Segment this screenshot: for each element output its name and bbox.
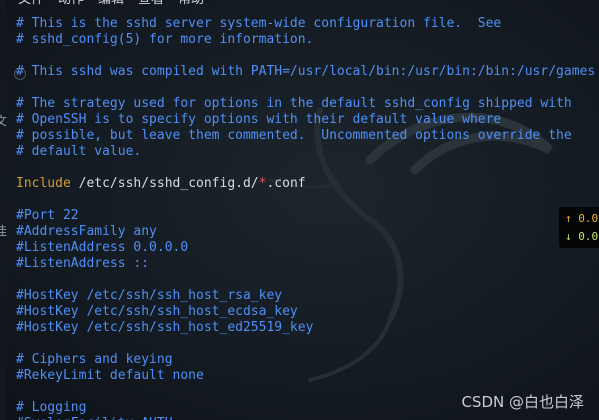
line-text: #ListenAddress :: — [16, 256, 150, 271]
menu-help[interactable]: 帮助 — [178, 0, 204, 9]
line-text: # OpenSSH is to specify options with the… — [16, 112, 502, 127]
include-extension: .conf — [266, 176, 306, 191]
line-text: #HostKey /etc/ssh/ssh_host_ecdsa_key — [16, 304, 298, 319]
line-text: #RekeyLimit default none — [16, 368, 204, 383]
menu-edit[interactable]: 编辑 — [98, 0, 124, 9]
comment-line: # default value. — [16, 144, 595, 160]
comment-line: #SyslogFacility AUTH — [16, 416, 595, 420]
menu-file[interactable]: 文件 — [18, 0, 44, 9]
csdn-watermark: CSDN @白也白泽 — [461, 393, 584, 411]
config-editor[interactable]: # This is the sshd server system-wide co… — [16, 16, 595, 420]
comment-line: #Port 22 — [16, 208, 595, 224]
desktop-icon-label: 文 — [0, 114, 8, 128]
comment-line: # OpenSSH is to specify options with the… — [16, 112, 595, 128]
line-text: # Logging — [16, 400, 87, 415]
comment-line: #ListenAddress 0.0.0.0 — [16, 240, 595, 256]
comment-line: #HostKey /etc/ssh/ssh_host_rsa_key — [16, 288, 595, 304]
comment-line: #HostKey /etc/ssh/ssh_host_ed25519_key — [16, 320, 595, 336]
line-text: #SyslogFacility AUTH — [16, 416, 173, 420]
terminal-screen: 文件 动作 编辑 查看 帮助 文 佳 # This is the sshd se… — [0, 0, 599, 420]
comment-line: #RekeyLimit default none — [16, 368, 595, 384]
line-text: #HostKey /etc/ssh/ssh_host_ed25519_key — [16, 320, 314, 335]
line-text: #HostKey /etc/ssh/ssh_host_rsa_key — [16, 288, 283, 303]
line-text: # This is the sshd server system-wide co… — [16, 16, 502, 31]
line-text: # default value. — [16, 144, 142, 159]
left-desktop-strip — [0, 0, 7, 420]
line-text: # sshd_config(5) for more information. — [16, 32, 314, 47]
comment-line: #AddressFamily any — [16, 224, 595, 240]
line-text: #ListenAddress 0.0.0.0 — [16, 240, 189, 255]
menu-action[interactable]: 动作 — [58, 0, 84, 9]
line-text: # The strategy used for options in the d… — [16, 96, 572, 111]
comment-line: #HostKey /etc/ssh/ssh_host_ecdsa_key — [16, 304, 595, 320]
comment-line: # sshd_config(5) for more information. — [16, 32, 595, 48]
desktop-icon-label: 佳 — [0, 224, 8, 238]
upload-speed: ↑ 0.0 — [565, 212, 599, 225]
comment-line: # The strategy used for options in the d… — [16, 96, 595, 112]
line-text: # Ciphers and keying — [16, 352, 173, 367]
comment-line: # This sshd was compiled with PATH=/usr/… — [16, 64, 595, 80]
comment-line: # This is the sshd server system-wide co… — [16, 16, 595, 32]
include-keyword: Include — [16, 176, 71, 191]
line-text: # possible, but leave them commented. Un… — [16, 128, 572, 143]
include-directive-line: Include /etc/ssh/sshd_config.d/*.conf — [16, 176, 595, 192]
menu-view[interactable]: 查看 — [138, 0, 164, 9]
comment-line: # possible, but leave them commented. Un… — [16, 128, 595, 144]
menu-bar: 文件 动作 编辑 查看 帮助 — [0, 0, 278, 9]
line-text: #Port 22 — [16, 208, 79, 223]
include-path: /etc/ssh/sshd_config.d/ — [70, 176, 259, 191]
download-speed: ↓ 0.0 — [565, 230, 599, 243]
line-text: #AddressFamily any — [16, 224, 157, 239]
network-monitor-widget: ↑ 0.0 ↓ 0.0 — [559, 207, 599, 248]
comment-line: #ListenAddress :: — [16, 256, 595, 272]
comment-line: # Ciphers and keying — [16, 352, 595, 368]
line-text: # This sshd was compiled with PATH=/usr/… — [16, 64, 596, 79]
